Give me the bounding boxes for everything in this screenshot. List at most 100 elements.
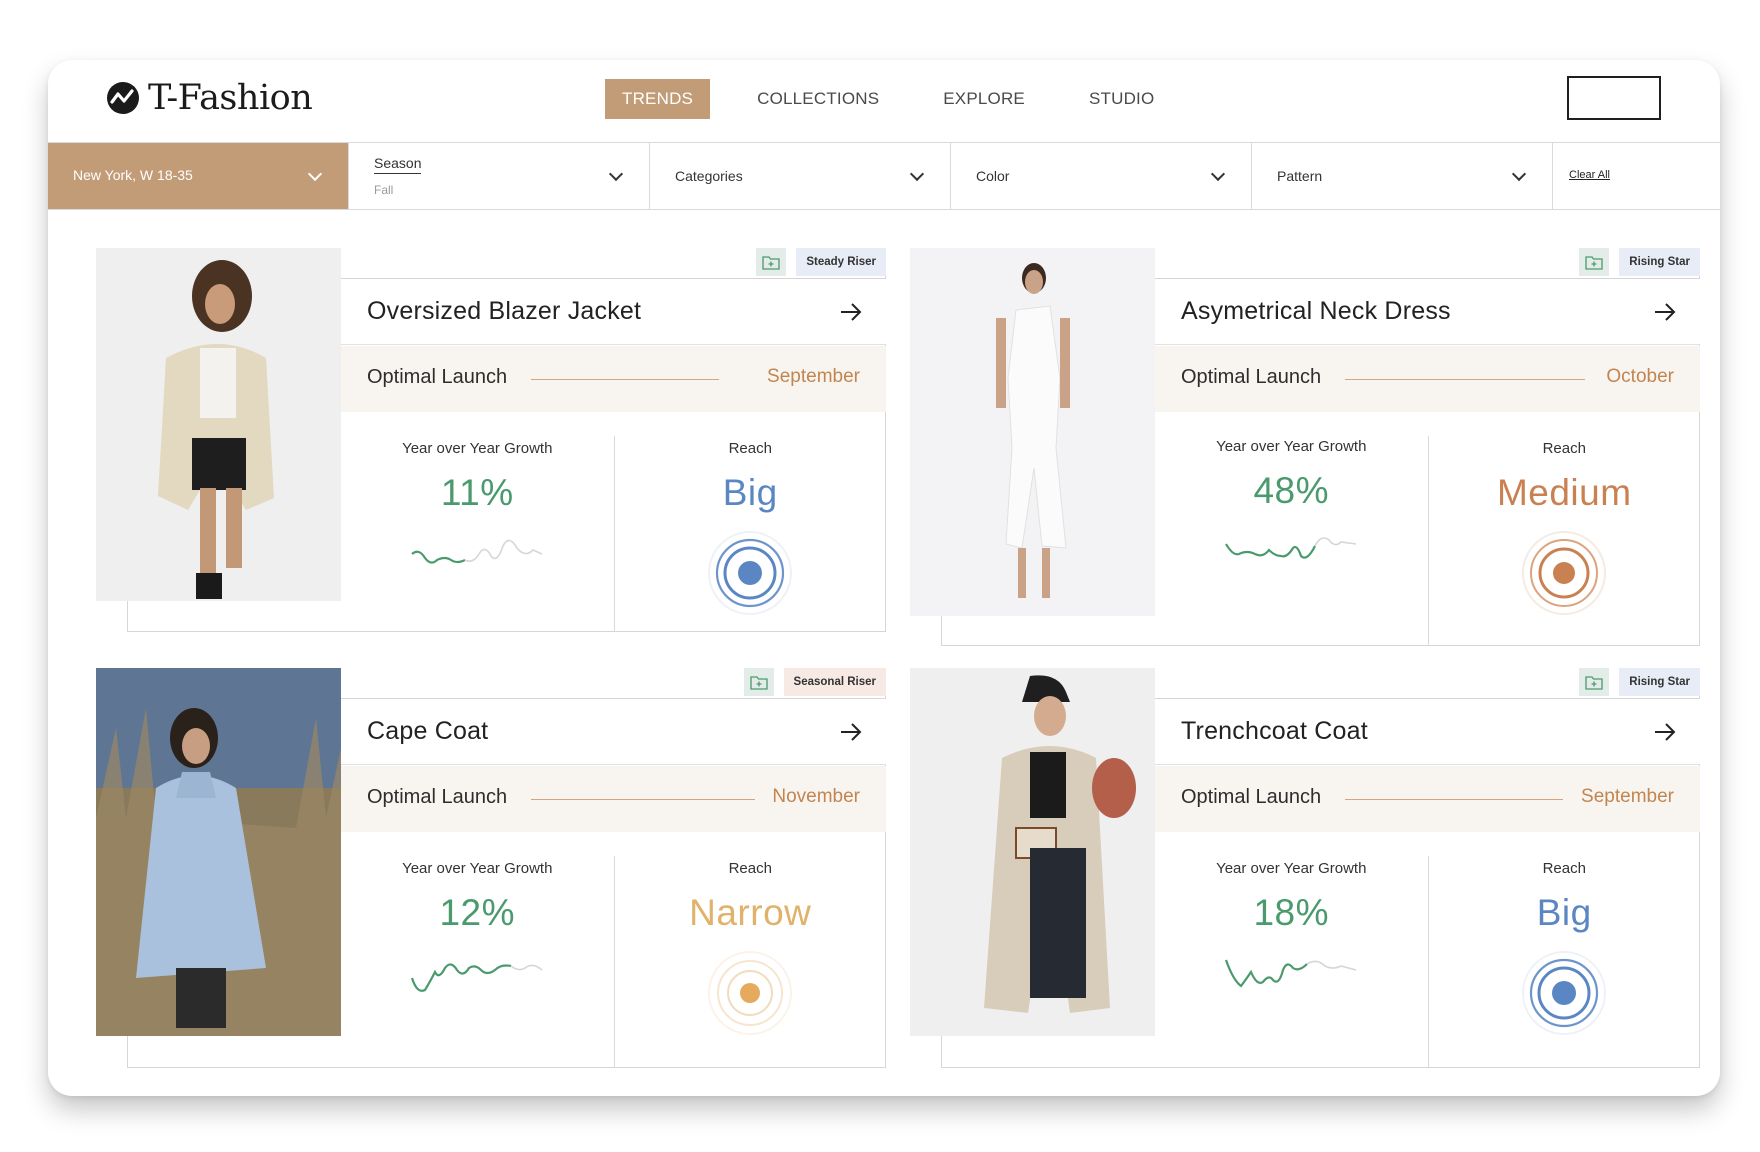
brand-name: T-Fashion bbox=[148, 78, 313, 118]
card-title-row[interactable]: Cape Coat bbox=[341, 698, 886, 765]
product-photo[interactable] bbox=[96, 248, 341, 601]
launch-label: Optimal Launch bbox=[1181, 366, 1322, 388]
metrics: Year over Year Growth 11% Reach Big bbox=[341, 412, 886, 632]
arrow-right-icon[interactable] bbox=[838, 299, 864, 325]
season-label: Season bbox=[374, 155, 422, 174]
growth-label: Year over Year Growth bbox=[1216, 860, 1367, 877]
reach-label: Reach bbox=[728, 440, 772, 457]
launch-divider bbox=[531, 379, 719, 380]
metrics: Year over Year Growth 12% Reach Narrow bbox=[341, 832, 886, 1068]
growth-label: Year over Year Growth bbox=[402, 860, 553, 877]
product-photo[interactable] bbox=[96, 668, 341, 1036]
card-title: Asymetrical Neck Dress bbox=[1181, 297, 1451, 325]
badge-row: Rising Star bbox=[1579, 248, 1700, 278]
card-title-row[interactable]: Trenchcoat Coat bbox=[1155, 698, 1700, 765]
location-label: New York, W 18-35 bbox=[73, 167, 193, 183]
chevron-down-icon bbox=[307, 166, 323, 182]
growth-label: Year over Year Growth bbox=[1216, 438, 1367, 455]
launch-divider bbox=[531, 799, 755, 800]
header-action-button[interactable] bbox=[1567, 76, 1661, 120]
growth-sparkline bbox=[1225, 959, 1357, 988]
add-to-folder-button[interactable] bbox=[743, 668, 774, 696]
optimal-launch-row: Optimal Launch October bbox=[1155, 346, 1700, 412]
launch-month: September bbox=[767, 366, 860, 387]
product-photo[interactable] bbox=[910, 668, 1155, 1036]
reach-label: Reach bbox=[1542, 860, 1586, 877]
growth-value: 48% bbox=[1253, 470, 1330, 511]
trend-card: Seasonal Riser Cape Coat Optimal Launch … bbox=[96, 668, 886, 1068]
add-to-folder-button[interactable] bbox=[1579, 248, 1610, 276]
chevron-down-icon bbox=[1210, 166, 1226, 182]
launch-month: November bbox=[772, 786, 860, 807]
trend-card: Steady Riser Oversized Blazer Jacket Opt… bbox=[96, 248, 886, 632]
growth-value: 11% bbox=[440, 472, 514, 513]
reach-target-icon bbox=[1522, 951, 1607, 1035]
arrow-right-icon[interactable] bbox=[1652, 299, 1678, 325]
add-to-folder-button[interactable] bbox=[1579, 668, 1610, 696]
arrow-right-icon[interactable] bbox=[838, 719, 864, 745]
arrow-right-icon[interactable] bbox=[1652, 719, 1678, 745]
launch-label: Optimal Launch bbox=[367, 366, 508, 388]
reach-value: Medium bbox=[1496, 472, 1632, 513]
nav-collections[interactable]: COLLECTIONS bbox=[740, 79, 896, 119]
growth-metric: Year over Year Growth 11% bbox=[341, 412, 614, 632]
nav-trends[interactable]: TRENDS bbox=[605, 79, 711, 119]
reach-target-icon bbox=[708, 951, 793, 1035]
product-photo[interactable] bbox=[910, 248, 1155, 616]
top-header: T-Fashion TRENDS COLLECTIONS EXPLORE STU… bbox=[48, 60, 1720, 142]
launch-label: Optimal Launch bbox=[367, 786, 508, 808]
card-title: Cape Coat bbox=[367, 717, 489, 745]
add-to-folder-button[interactable] bbox=[756, 248, 787, 276]
pattern-filter[interactable]: Pattern bbox=[1252, 143, 1553, 209]
launch-month: October bbox=[1606, 366, 1674, 387]
growth-label: Year over Year Growth bbox=[402, 440, 553, 457]
trend-badge: Steady Riser bbox=[796, 248, 886, 276]
launch-divider bbox=[1345, 379, 1585, 380]
metrics: Year over Year Growth 18% Reach Big bbox=[1155, 832, 1700, 1068]
folder-plus-icon bbox=[1585, 675, 1603, 690]
chevron-down-icon bbox=[909, 166, 925, 182]
card-title-row[interactable]: Oversized Blazer Jacket bbox=[341, 278, 886, 345]
card-title-row[interactable]: Asymetrical Neck Dress bbox=[1155, 278, 1700, 345]
badge-row: Rising Star bbox=[1579, 668, 1700, 698]
trend-badge: Rising Star bbox=[1619, 668, 1700, 696]
optimal-launch-row: Optimal Launch September bbox=[341, 346, 886, 412]
reach-value: Big bbox=[722, 472, 778, 513]
color-filter[interactable]: Color bbox=[951, 143, 1252, 209]
metrics: Year over Year Growth 48% Reach Medium bbox=[1155, 412, 1700, 646]
growth-sparkline bbox=[1225, 537, 1357, 559]
trend-badge: Rising Star bbox=[1619, 248, 1700, 276]
reach-metric: Reach Medium bbox=[1427, 436, 1701, 646]
trend-card: Rising Star Trenchcoat Coat Optimal Laun… bbox=[910, 668, 1700, 1068]
location-filter[interactable]: New York, W 18-35 bbox=[48, 143, 349, 209]
categories-filter[interactable]: Categories bbox=[650, 143, 951, 209]
filter-bar: New York, W 18-35 Season Fall Categories… bbox=[48, 142, 1720, 210]
growth-metric: Year over Year Growth 48% bbox=[1155, 412, 1428, 646]
card-panel: Rising Star Asymetrical Neck Dress Optim… bbox=[1155, 248, 1700, 646]
card-title: Trenchcoat Coat bbox=[1181, 717, 1368, 745]
folder-plus-icon bbox=[1585, 255, 1603, 270]
folder-plus-icon bbox=[749, 675, 768, 690]
reach-metric: Reach Narrow bbox=[613, 856, 887, 1068]
reach-target-icon bbox=[708, 531, 793, 615]
growth-sparkline bbox=[411, 539, 543, 564]
card-title: Oversized Blazer Jacket bbox=[367, 297, 642, 325]
brand-logo[interactable]: T-Fashion bbox=[106, 78, 313, 118]
app-window: T-Fashion TRENDS COLLECTIONS EXPLORE STU… bbox=[48, 60, 1720, 1096]
card-panel: Steady Riser Oversized Blazer Jacket Opt… bbox=[341, 248, 886, 632]
season-filter[interactable]: Season Fall bbox=[349, 143, 650, 209]
nav-explore[interactable]: EXPLORE bbox=[926, 79, 1042, 119]
growth-metric: Year over Year Growth 12% bbox=[341, 832, 614, 1068]
clear-all-link[interactable]: Clear All bbox=[1569, 169, 1610, 181]
reach-label: Reach bbox=[1542, 440, 1586, 457]
pattern-label: Pattern bbox=[1277, 168, 1323, 184]
season-value: Fall bbox=[374, 183, 394, 197]
growth-metric: Year over Year Growth 18% bbox=[1155, 832, 1428, 1068]
optimal-launch-row: Optimal Launch November bbox=[341, 766, 886, 832]
main-nav: TRENDS COLLECTIONS EXPLORE STUDIO bbox=[605, 79, 1201, 119]
nav-studio[interactable]: STUDIO bbox=[1072, 79, 1171, 119]
launch-month: September bbox=[1581, 786, 1674, 807]
folder-plus-icon bbox=[762, 255, 780, 270]
launch-label: Optimal Launch bbox=[1181, 786, 1322, 808]
launch-divider bbox=[1345, 799, 1563, 800]
